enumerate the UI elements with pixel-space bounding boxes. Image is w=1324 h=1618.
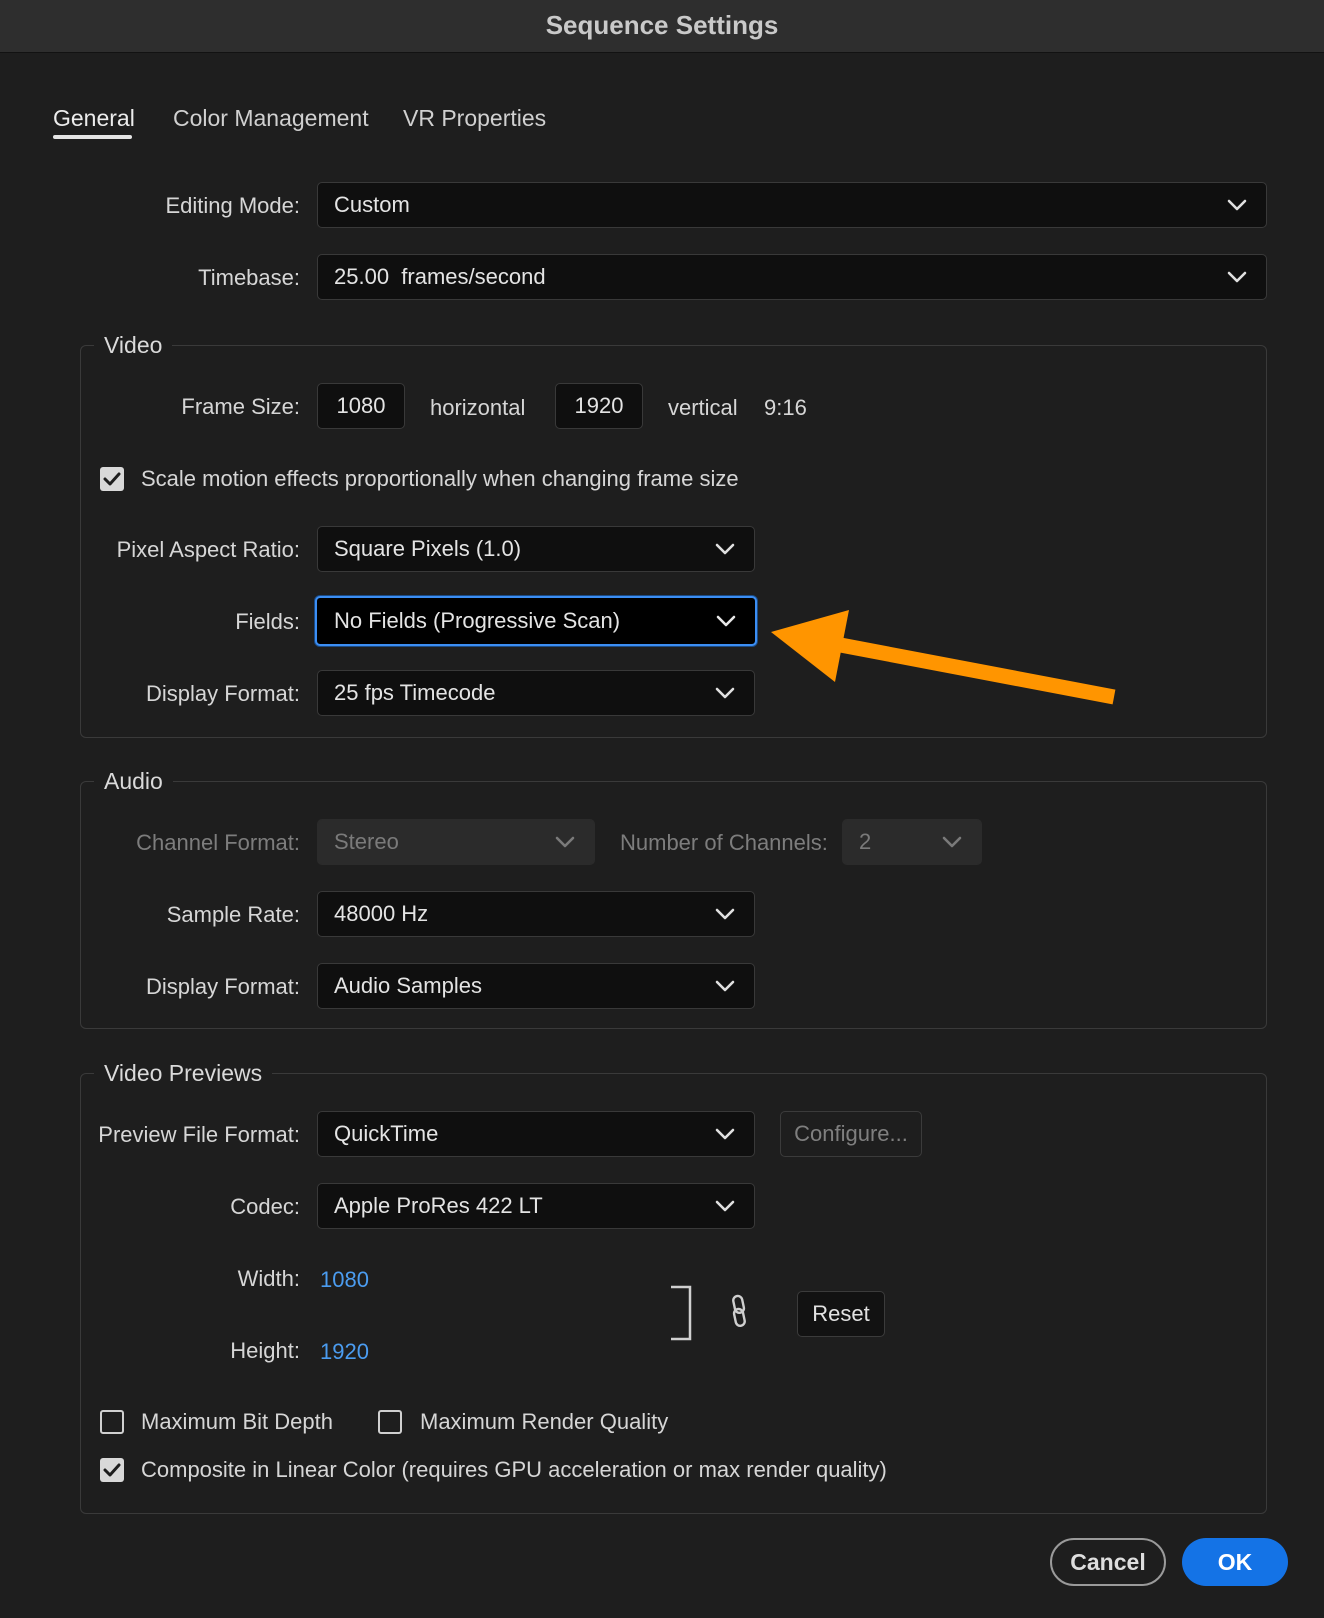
cancel-button[interactable]: Cancel [1050,1538,1166,1586]
audio-group-legend: Audio [94,766,173,796]
channel-format-label: Channel Format: [136,830,300,855]
sample-rate-dropdown[interactable]: 48000 Hz [317,891,755,937]
audio-display-format-dropdown[interactable]: Audio Samples [317,963,755,1009]
sample-rate-value: 48000 Hz [334,901,429,926]
channel-format-value: Stereo [334,829,399,854]
chevron-down-icon [715,1128,735,1140]
number-of-channels-dropdown[interactable]: 2 [842,819,982,865]
composite-linear-label: Composite in Linear Color (requires GPU … [141,1457,887,1482]
number-of-channels-label: Number of Channels: [620,830,828,855]
max-render-quality-checkbox[interactable] [378,1410,402,1434]
preview-width-label: Width: [237,1266,300,1291]
ok-button[interactable]: OK [1182,1538,1288,1586]
composite-linear-checkbox[interactable] [100,1458,124,1482]
codec-label: Codec: [230,1194,300,1219]
chevron-down-icon [715,908,735,920]
channel-format-dropdown[interactable]: Stereo [317,819,595,865]
audio-display-format-value: Audio Samples [334,973,482,998]
chain-link-icon[interactable] [728,1294,750,1328]
number-of-channels-value: 2 [859,829,872,854]
max-render-quality-label: Maximum Render Quality [420,1409,669,1434]
audio-display-format-label: Display Format: [145,974,300,999]
max-bit-depth-label: Maximum Bit Depth [141,1409,333,1434]
sample-rate-label: Sample Rate: [166,902,300,927]
link-bracket-icon [671,1285,692,1341]
codec-value: Apple ProRes 422 LT [334,1193,543,1218]
preview-file-format-value: QuickTime [334,1121,439,1146]
chevron-down-icon [942,836,962,848]
preview-height-value[interactable]: 1920 [320,1330,369,1374]
chevron-down-icon [715,1200,735,1212]
preview-file-format-label: Preview File Format: [98,1122,300,1147]
preview-height-label: Height: [230,1338,300,1363]
reset-button[interactable]: Reset [797,1291,885,1337]
codec-dropdown[interactable]: Apple ProRes 422 LT [317,1183,755,1229]
video-previews-group-legend: Video Previews [94,1058,273,1088]
preview-width-value[interactable]: 1080 [320,1258,369,1302]
chevron-down-icon [555,836,575,848]
preview-file-format-dropdown[interactable]: QuickTime [317,1111,755,1157]
checkmark-icon [103,1463,121,1477]
max-bit-depth-checkbox[interactable] [100,1410,124,1434]
chevron-down-icon [715,980,735,992]
configure-button[interactable]: Configure... [780,1111,922,1157]
